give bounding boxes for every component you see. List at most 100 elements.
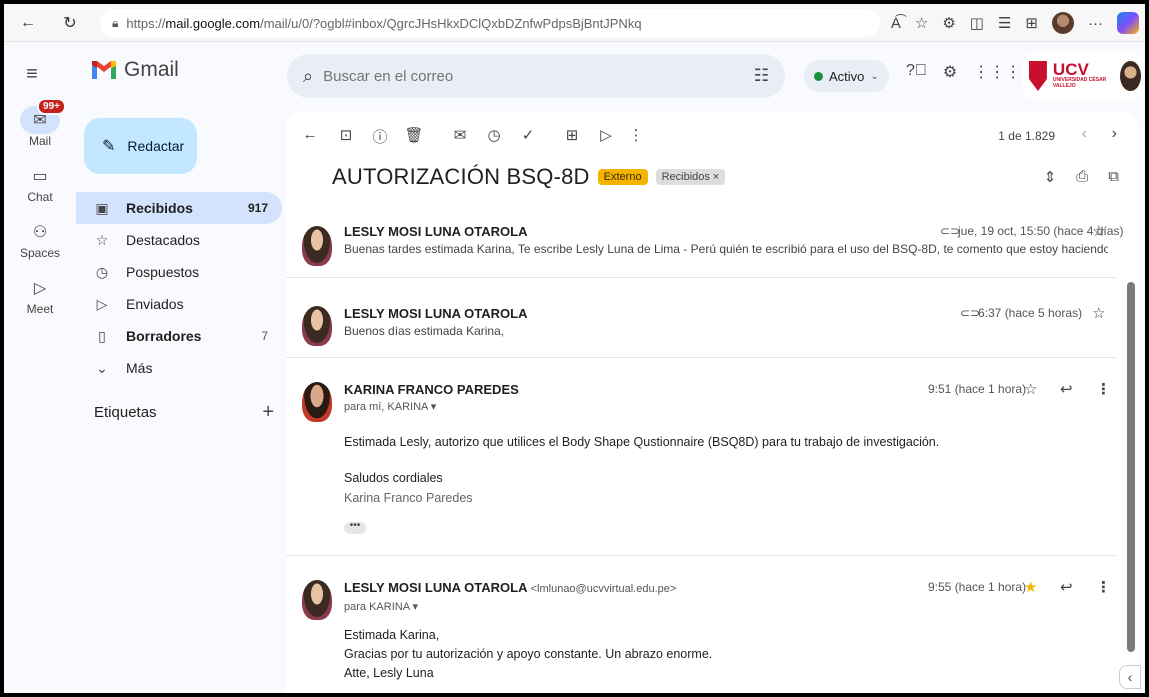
back-to-inbox-icon[interactable]: ←	[300, 126, 320, 143]
draft-file-icon: ▯	[98, 327, 106, 344]
message-time: 9:55 (hace 1 hora)	[928, 580, 1027, 594]
read-aloud-icon[interactable]: A͡	[891, 15, 901, 32]
more-vert-icon[interactable]: ⋮	[626, 126, 646, 144]
star-toggle-icon[interactable]: ☆	[1024, 380, 1037, 398]
inbox-label-chip[interactable]: Recibidos ×	[655, 169, 726, 185]
rail-label-mail: Mail	[28, 134, 51, 148]
split-screen-icon[interactable]: ◫	[970, 14, 984, 32]
rail-item-spaces[interactable]: ⚇ Spaces	[4, 218, 76, 260]
chevron-down-icon: ⌄	[870, 70, 879, 82]
back-arrow-icon[interactable]: ←	[14, 9, 42, 37]
nav-label: Recibidos	[126, 200, 193, 216]
compose-button[interactable]: ✎ Redactar	[84, 118, 197, 174]
add-task-icon[interactable]: ✓	[518, 126, 538, 144]
extensions-icon[interactable]: ⚙︎	[942, 14, 955, 32]
snooze-clock-icon[interactable]: ◷	[484, 126, 504, 144]
show-trimmed-content-button[interactable]: •••	[344, 521, 366, 534]
body-line: Saludos cordiales	[344, 471, 443, 485]
chat-icon: ▭	[32, 168, 48, 185]
nav-item-inbox[interactable]: ▣ Recibidos 917	[76, 192, 282, 224]
browser-profile-avatar[interactable]	[1052, 12, 1074, 34]
clock-icon: ◷	[95, 263, 109, 280]
labels-section-header: Etiquetas +	[94, 402, 274, 422]
star-toggle-icon[interactable]: ☆	[1092, 222, 1105, 240]
nav-item-snoozed[interactable]: ◷ Pospuestos	[76, 256, 282, 288]
rail-item-meet[interactable]: ▷ Meet	[4, 274, 76, 316]
status-dot-icon	[814, 71, 823, 81]
sender-avatar	[302, 580, 332, 620]
search-options-icon[interactable]: ☷	[754, 66, 769, 86]
search-icon[interactable]: ⌕	[303, 66, 313, 87]
sender-name: KARINA FRANCO PAREDES	[344, 382, 519, 397]
reply-icon[interactable]: ↩	[1060, 380, 1073, 398]
print-icon[interactable]: ⎙	[1076, 168, 1088, 186]
nav-item-drafts[interactable]: ▯ Borradores 7	[76, 320, 282, 352]
address-bar[interactable]: 🔒︎ https://mail.google.com/mail/u/0/?ogb…	[100, 9, 880, 37]
url-path: /mail/u/0/?ogbl#inbox/QgrcJHsHkxDClQxbDZ…	[260, 15, 642, 31]
more-vert-icon[interactable]: ⋮	[1096, 380, 1111, 398]
apps-grid-icon[interactable]: ⋮⋮⋮	[973, 62, 1021, 82]
delete-trash-icon[interactable]: 🗑︎	[404, 126, 424, 144]
expand-all-icon[interactable]: ⇕	[1044, 168, 1057, 186]
gmail-logo[interactable]: Gmail	[90, 58, 179, 82]
message-body: Estimada Lesly, autorizo que utilices el…	[344, 432, 939, 508]
favorite-star-icon[interactable]: ☆	[915, 14, 928, 32]
rail-item-chat[interactable]: ▭ Chat	[4, 162, 76, 204]
signature: Karina Franco Paredes	[344, 491, 473, 505]
nav-item-sent[interactable]: ▷ Enviados	[76, 288, 282, 320]
organization-account-chip[interactable]: UCV UNIVERSIDAD CÉSAR VALLEJO	[1023, 53, 1141, 99]
sender-name-text: LESLY MOSI LUNA OTAROLA	[344, 580, 527, 595]
open-new-window-icon[interactable]: ⧉	[1108, 168, 1119, 186]
browser-menu-icon[interactable]: ···	[1088, 15, 1103, 32]
url-prefix: https://	[126, 15, 166, 31]
rail-label-spaces: Spaces	[19, 246, 61, 260]
search-input[interactable]	[323, 67, 754, 85]
reply-icon[interactable]: ↩	[1060, 578, 1073, 596]
next-chevron-icon[interactable]: ›	[1112, 125, 1117, 143]
rail-label-meet: Meet	[26, 302, 54, 316]
settings-gear-icon[interactable]: ⚙	[943, 62, 957, 82]
account-avatar[interactable]	[1120, 61, 1141, 91]
search-bar[interactable]: ⌕ ☷	[287, 54, 785, 98]
ucv-logo-text: UCV UNIVERSIDAD CÉSAR VALLEJO	[1052, 60, 1107, 89]
message-collapsed[interactable]: LESLY MOSI LUNA OTAROLA Buenas tardes es…	[286, 208, 1123, 278]
report-spam-icon[interactable]: ⓘ	[370, 126, 390, 147]
favorites-list-icon[interactable]: ☰	[998, 14, 1011, 32]
message-time: 9:51 (hace 1 hora)	[928, 382, 1027, 396]
nav-label: Borradores	[126, 328, 202, 344]
message-collapsed[interactable]: LESLY MOSI LUNA OTAROLA Buenos días esti…	[286, 290, 1116, 358]
mark-unread-icon[interactable]: ✉	[450, 126, 470, 144]
copilot-icon[interactable]	[1117, 12, 1139, 34]
sender-name: LESLY MOSI LUNA OTAROLA <lmlunao@ucvvirt…	[344, 580, 676, 595]
chevron-down-icon: ⌄	[96, 359, 108, 376]
main-menu-icon[interactable]: ≡	[16, 58, 48, 90]
external-tag: Externo	[597, 169, 648, 185]
scrollbar[interactable]	[1127, 282, 1135, 652]
sender-avatar	[302, 306, 332, 346]
side-panel-toggle-chevron-icon[interactable]: ‹	[1119, 665, 1141, 689]
pager-text: 1 de 1.829	[998, 129, 1055, 143]
add-label-plus-icon[interactable]: +	[262, 402, 274, 422]
body-line: Atte, Lesly Luna	[344, 666, 434, 680]
label-tag-icon[interactable]: ▷	[596, 126, 616, 144]
archive-icon[interactable]: ⊡	[336, 126, 356, 144]
collections-icon[interactable]: ⊞	[1025, 14, 1038, 32]
recipients-dropdown[interactable]: para KARINA ▾	[344, 600, 418, 613]
help-icon[interactable]: ?⃝	[906, 62, 927, 82]
status-selector[interactable]: Activo ⌄	[804, 60, 889, 92]
recipients-dropdown[interactable]: para mí, KARINA ▾	[344, 400, 436, 413]
subject-actions: ⇕ ⎙ ⧉	[1044, 168, 1119, 186]
message-snippet: Buenas tardes estimada Karina, Te escrib…	[344, 242, 1108, 256]
labels-heading: Etiquetas	[94, 404, 157, 421]
star-toggle-icon[interactable]: ☆	[1092, 304, 1105, 322]
starred-icon[interactable]: ★	[1024, 578, 1037, 596]
nav-item-starred[interactable]: ☆ Destacados	[76, 224, 282, 256]
move-to-icon[interactable]: ⊞	[562, 126, 582, 144]
nav-item-more[interactable]: ⌄ Más	[76, 352, 282, 384]
message-expanded: LESLY MOSI LUNA OTAROLA <lmlunao@ucvvirt…	[286, 568, 1116, 693]
more-vert-icon[interactable]: ⋮	[1096, 578, 1111, 596]
reload-icon[interactable]: ↻	[56, 9, 84, 37]
previous-chevron-icon[interactable]: ‹	[1082, 125, 1087, 143]
rail-item-mail[interactable]: ✉ 99+ Mail	[4, 98, 76, 148]
status-label: Activo	[829, 68, 865, 84]
